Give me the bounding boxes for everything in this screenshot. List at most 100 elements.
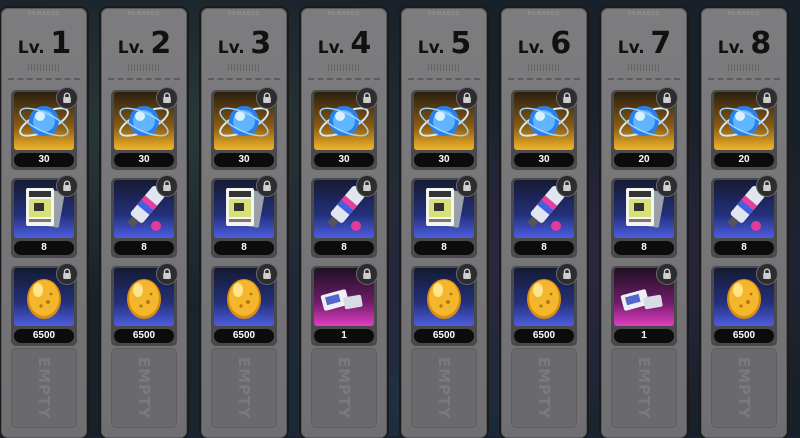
reward-slot[interactable]: 8 (511, 175, 578, 258)
barcode-decoration (228, 64, 260, 71)
empty-label: EMPTY (635, 356, 653, 420)
divider (408, 78, 480, 80)
reward-slot[interactable]: 8 (611, 175, 678, 258)
lock-icon (556, 175, 578, 197)
empty-slot: EMPTY (211, 348, 277, 428)
reward-slot[interactable]: 30 (111, 87, 178, 170)
lock-icon (356, 263, 378, 285)
lock-icon (256, 87, 278, 109)
reward-slot[interactable]: 30 (311, 87, 378, 170)
level-number: 3 (250, 26, 271, 61)
level-prefix: Lv. (417, 38, 445, 58)
header-tag: REWARDS (27, 11, 61, 17)
reward-count: 1 (314, 329, 374, 343)
empty-label: EMPTY (35, 356, 53, 420)
lock-icon (456, 263, 478, 285)
reward-slot[interactable]: 8 (11, 175, 78, 258)
lock-icon (756, 175, 778, 197)
empty-slot: EMPTY (711, 348, 777, 428)
level-column-4: REWARDS Lv. 4 30 8 1 EMPTY (301, 8, 387, 438)
level-prefix: Lv. (717, 38, 745, 58)
level-number: 7 (650, 26, 671, 61)
reward-count: 20 (714, 153, 774, 167)
level-column-6: REWARDS Lv. 6 30 8 6500 EMPTY (501, 8, 587, 438)
header-tag: REWARDS (127, 11, 161, 17)
reward-count: 8 (214, 241, 274, 255)
reward-count: 30 (214, 153, 274, 167)
reward-slot[interactable]: 8 (111, 175, 178, 258)
reward-slot[interactable]: 1 (311, 263, 378, 346)
reward-slot[interactable]: 30 (511, 87, 578, 170)
level-prefix: Lv. (517, 38, 545, 58)
reward-count: 30 (414, 153, 474, 167)
reward-count: 1 (614, 329, 674, 343)
divider (8, 78, 80, 80)
lock-icon (456, 87, 478, 109)
lock-icon (756, 87, 778, 109)
lock-icon (556, 263, 578, 285)
barcode-decoration (528, 64, 560, 71)
lock-icon (156, 87, 178, 109)
reward-slot[interactable]: 8 (411, 175, 478, 258)
empty-label: EMPTY (535, 356, 553, 420)
level-column-2: REWARDS Lv. 2 30 8 6500 EMPTY (101, 8, 187, 438)
reward-slot[interactable]: 6500 (211, 263, 278, 346)
level-title: Lv. 8 (701, 26, 787, 61)
reward-slot[interactable]: 1 (611, 263, 678, 346)
lock-icon (356, 87, 378, 109)
level-number: 5 (450, 26, 471, 61)
level-title: Lv. 7 (601, 26, 687, 61)
barcode-decoration (128, 64, 160, 71)
reward-slot[interactable]: 6500 (711, 263, 778, 346)
reward-slot[interactable]: 6500 (411, 263, 478, 346)
reward-count: 6500 (414, 329, 474, 343)
level-title: Lv. 4 (301, 26, 387, 61)
reward-slot[interactable]: 30 (411, 87, 478, 170)
level-number: 8 (750, 26, 771, 61)
level-number: 1 (50, 26, 71, 61)
lock-icon (356, 175, 378, 197)
divider (608, 78, 680, 80)
lock-icon (56, 175, 78, 197)
reward-slot[interactable]: 20 (611, 87, 678, 170)
reward-slot[interactable]: 30 (11, 87, 78, 170)
reward-count: 6500 (14, 329, 74, 343)
empty-label: EMPTY (735, 356, 753, 420)
reward-count: 8 (314, 241, 374, 255)
level-title: Lv. 2 (101, 26, 187, 61)
reward-slot[interactable]: 8 (211, 175, 278, 258)
lock-icon (56, 87, 78, 109)
barcode-decoration (428, 64, 460, 71)
level-title: Lv. 1 (1, 26, 87, 61)
lock-icon (156, 175, 178, 197)
divider (308, 78, 380, 80)
lock-icon (556, 87, 578, 109)
reward-slot[interactable]: 8 (711, 175, 778, 258)
reward-slot[interactable]: 6500 (511, 263, 578, 346)
empty-label: EMPTY (135, 356, 153, 420)
reward-slot[interactable]: 8 (311, 175, 378, 258)
reward-slot[interactable]: 20 (711, 87, 778, 170)
level-title: Lv. 3 (201, 26, 287, 61)
empty-label: EMPTY (235, 356, 253, 420)
lock-icon (56, 263, 78, 285)
barcode-decoration (28, 64, 60, 71)
barcode-decoration (728, 64, 760, 71)
reward-slot[interactable]: 6500 (11, 263, 78, 346)
header-tag: REWARDS (627, 11, 661, 17)
reward-slot[interactable]: 6500 (111, 263, 178, 346)
header-tag: REWARDS (227, 11, 261, 17)
empty-slot: EMPTY (11, 348, 77, 428)
empty-slot: EMPTY (311, 348, 377, 428)
level-prefix: Lv. (217, 38, 245, 58)
reward-count: 8 (14, 241, 74, 255)
header-tag: REWARDS (727, 11, 761, 17)
empty-slot: EMPTY (411, 348, 477, 428)
level-column-8: REWARDS Lv. 8 20 8 6500 EMPTY (701, 8, 787, 438)
divider (208, 78, 280, 80)
divider (708, 78, 780, 80)
level-prefix: Lv. (117, 38, 145, 58)
lock-icon (256, 175, 278, 197)
reward-slot[interactable]: 30 (211, 87, 278, 170)
empty-label: EMPTY (435, 356, 453, 420)
